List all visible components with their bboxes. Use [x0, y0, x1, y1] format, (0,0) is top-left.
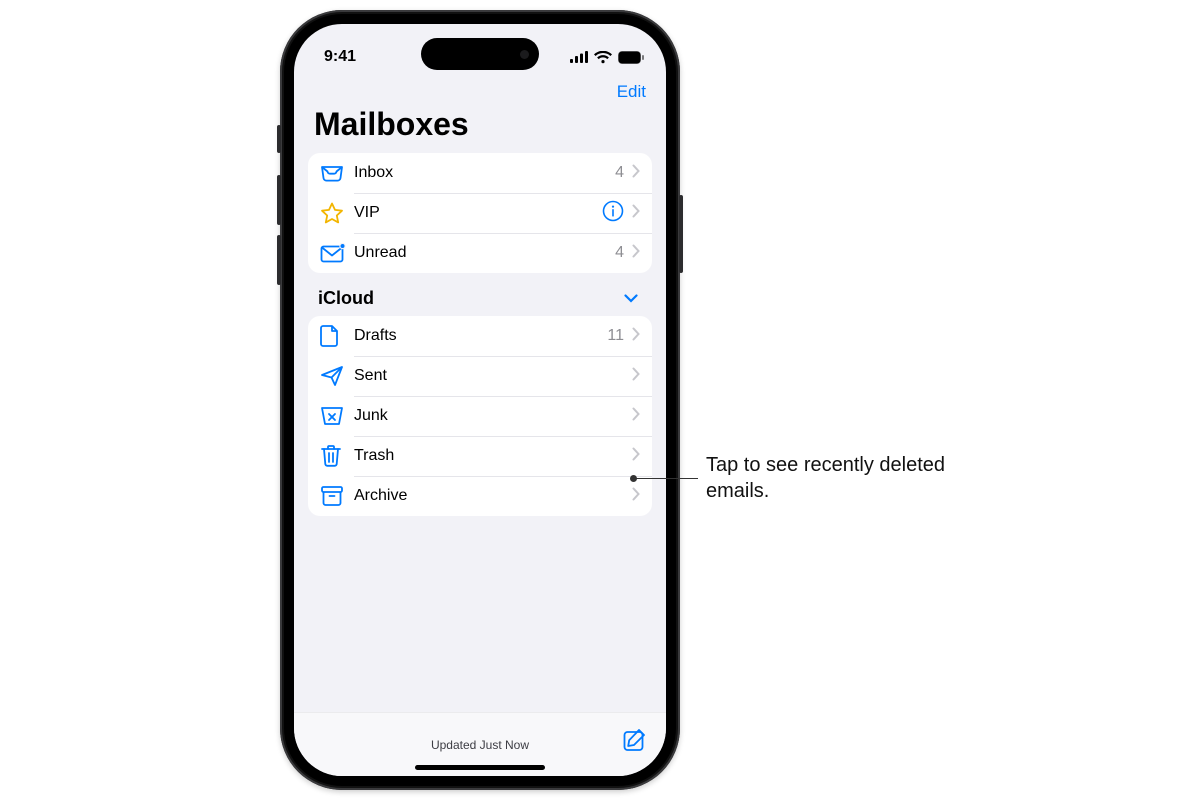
annotation-callout: Tap to see recently deleted emails. — [634, 452, 966, 504]
mailbox-label: Archive — [354, 487, 632, 505]
mailbox-label: Drafts — [354, 327, 607, 345]
info-button[interactable] — [602, 200, 624, 227]
mailbox-row-junk[interactable]: Junk — [308, 396, 652, 436]
mailbox-row-inbox[interactable]: Inbox 4 — [308, 153, 652, 193]
compose-icon — [622, 741, 648, 756]
mailbox-count: 4 — [615, 244, 624, 262]
chevron-down-icon — [624, 291, 638, 306]
icloud-mailboxes-group: Drafts 11 Sent — [308, 316, 652, 516]
mailbox-row-trash[interactable]: Trash — [308, 436, 652, 476]
document-icon — [320, 324, 354, 348]
mailbox-label: Inbox — [354, 164, 615, 182]
wifi-icon — [594, 51, 612, 64]
star-icon — [320, 202, 354, 224]
mailbox-label: Unread — [354, 244, 615, 262]
mailbox-label: Junk — [354, 407, 632, 425]
chevron-right-icon — [632, 407, 640, 426]
mailbox-label: Trash — [354, 447, 632, 465]
chevron-right-icon — [632, 367, 640, 386]
mailbox-count: 4 — [615, 164, 624, 182]
status-time: 9:41 — [324, 48, 356, 66]
phone-screen: 9:41 Edit Mailboxes — [294, 24, 666, 776]
section-header-icloud: iCloud — [294, 287, 666, 316]
inbox-icon — [320, 163, 354, 183]
compose-button[interactable] — [622, 727, 648, 756]
dynamic-island — [421, 38, 539, 70]
callout-leader-line — [634, 478, 698, 479]
mailbox-row-unread[interactable]: Unread 4 — [308, 233, 652, 273]
chevron-right-icon — [632, 204, 640, 223]
mailbox-label: VIP — [354, 204, 602, 222]
page-title: Mailboxes — [294, 104, 666, 153]
sync-status: Updated Just Now — [431, 738, 529, 752]
callout-text: Tap to see recently deleted emails. — [706, 452, 966, 504]
battery-icon — [618, 51, 644, 64]
unread-icon — [320, 243, 354, 263]
mailbox-label: Sent — [354, 367, 632, 385]
mailbox-row-archive[interactable]: Archive — [308, 476, 652, 516]
trash-icon — [320, 444, 354, 468]
mailbox-row-sent[interactable]: Sent — [308, 356, 652, 396]
mailbox-row-drafts[interactable]: Drafts 11 — [308, 316, 652, 356]
home-indicator — [415, 765, 545, 770]
edit-button[interactable]: Edit — [617, 82, 646, 102]
junk-icon — [320, 406, 354, 426]
archive-icon — [320, 485, 354, 507]
chevron-right-icon — [632, 244, 640, 263]
mailbox-count: 11 — [607, 327, 624, 345]
smart-mailboxes-group: Inbox 4 VIP — [308, 153, 652, 273]
paperplane-icon — [320, 365, 354, 387]
cellular-icon — [570, 51, 588, 63]
mailbox-row-vip[interactable]: VIP — [308, 193, 652, 233]
chevron-right-icon — [632, 164, 640, 183]
chevron-right-icon — [632, 327, 640, 346]
collapse-button[interactable] — [620, 287, 642, 310]
section-label: iCloud — [318, 288, 374, 309]
